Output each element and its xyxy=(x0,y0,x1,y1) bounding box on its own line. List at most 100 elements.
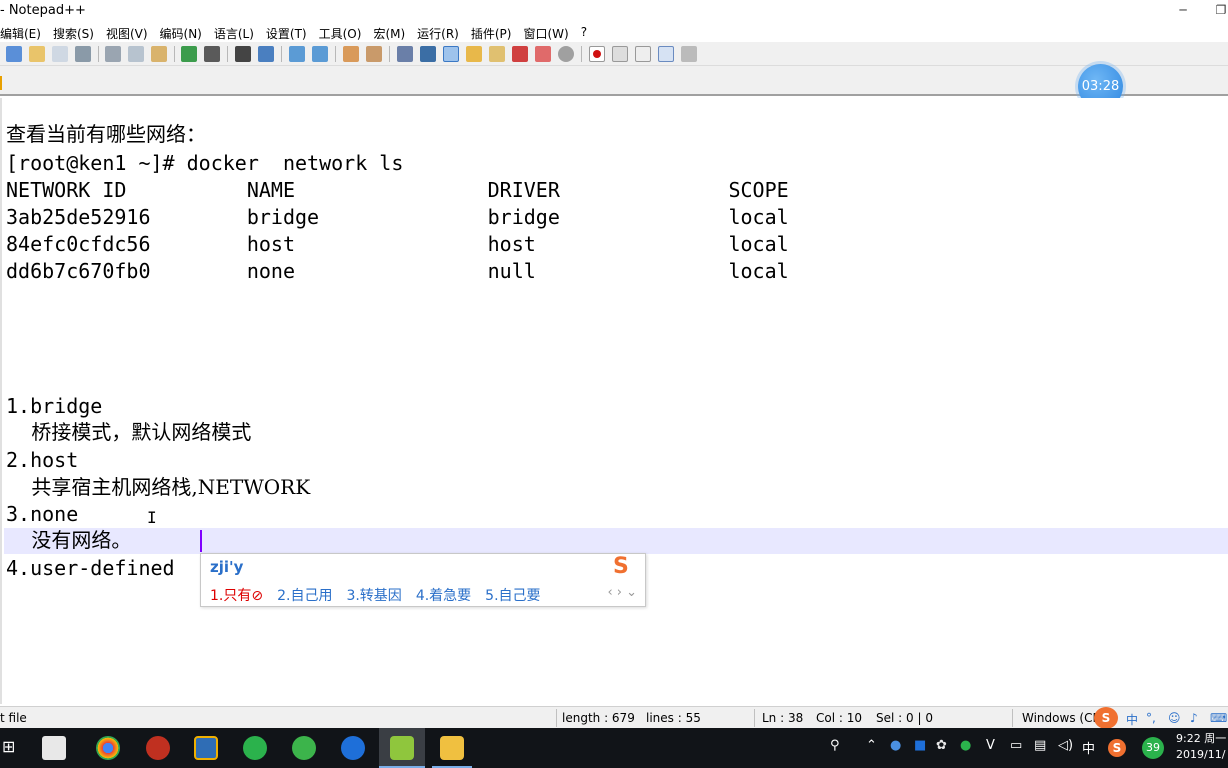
ime-keyboard-icon[interactable]: ⌨ xyxy=(1210,711,1227,725)
people-icon[interactable]: ⚲ xyxy=(830,738,840,753)
new-file-icon[interactable] xyxy=(6,46,22,62)
ime-emoji-icon[interactable]: ☺ xyxy=(1168,711,1181,725)
ime-candidate[interactable]: 5.自己要 xyxy=(485,585,540,605)
toolbar-separator xyxy=(174,46,175,62)
chrome-icon[interactable] xyxy=(96,736,120,760)
print-icon[interactable] xyxy=(75,46,91,62)
restore-button[interactable]: ❐ xyxy=(1206,0,1228,22)
tray-wechat-icon[interactable]: ● xyxy=(960,738,971,753)
app-red-icon[interactable] xyxy=(146,736,170,760)
tray-v-icon[interactable]: V xyxy=(986,738,995,753)
find-icon[interactable] xyxy=(235,46,251,62)
function-list-icon[interactable] xyxy=(512,46,528,62)
ime-candidate[interactable]: 1.只有⊘ xyxy=(210,585,263,605)
menu-encoding[interactable]: 编码(N) xyxy=(154,22,208,42)
notepadpp-icon[interactable] xyxy=(390,736,414,760)
paste-icon[interactable] xyxy=(151,46,167,62)
start-button-icon[interactable]: ⊞ xyxy=(2,737,15,756)
ime-candidate[interactable]: 4.着急要 xyxy=(416,585,471,605)
tray-expand-icon[interactable]: ⌃ xyxy=(866,738,877,753)
window-title: - Notepad++ xyxy=(0,3,86,18)
folder-workspace-icon[interactable] xyxy=(535,46,551,62)
user-lang-icon[interactable] xyxy=(466,46,482,62)
tray-flower-icon[interactable]: ✿ xyxy=(936,738,947,753)
ime-candidate[interactable]: 3.转基因 xyxy=(346,585,401,605)
copy-icon[interactable] xyxy=(128,46,144,62)
show-all-chars-icon[interactable] xyxy=(420,46,436,62)
network-icon[interactable]: ▤ xyxy=(1034,738,1046,753)
menu-window[interactable]: 窗口(W) xyxy=(517,22,574,42)
indent-guide-icon[interactable] xyxy=(443,46,459,62)
status-lines: lines : 55 xyxy=(646,711,701,725)
menu-language[interactable]: 语言(L) xyxy=(208,22,260,42)
editor-area[interactable]: 查看当前有哪些网络： [root@ken1 ~]# docker network… xyxy=(0,98,1228,704)
tray-device-icon[interactable]: ▭ xyxy=(1010,738,1022,753)
menu-search[interactable]: 搜索(S) xyxy=(47,22,100,42)
clock-time: 9:22 周一 xyxy=(1176,732,1227,745)
menu-view[interactable]: 视图(V) xyxy=(100,22,154,42)
ime-punctuation-icon[interactable]: °, xyxy=(1146,711,1156,725)
ime-voice-icon[interactable]: ♪ xyxy=(1190,711,1198,725)
record-macro-icon[interactable] xyxy=(589,46,605,62)
open-file-icon[interactable] xyxy=(29,46,45,62)
status-length: length : 679 xyxy=(562,711,635,725)
ime-candidate[interactable]: 2.自己用 xyxy=(277,585,332,605)
undo-icon[interactable] xyxy=(181,46,197,62)
active-tab-marker[interactable] xyxy=(0,76,2,90)
app-k-icon[interactable] xyxy=(341,736,365,760)
taskbar: ⊞ ⚲ ⌃ ● ■ ✿ ● V ▭ ▤ ◁) 中 S 39 9:22 周一 20… xyxy=(0,728,1228,768)
redo-icon[interactable] xyxy=(204,46,220,62)
tray-app-icon[interactable]: ● xyxy=(890,738,901,753)
cut-icon[interactable] xyxy=(105,46,121,62)
save-icon[interactable] xyxy=(52,46,68,62)
sync-scroll-icon[interactable] xyxy=(343,46,359,62)
virtual-machine-icon[interactable] xyxy=(194,736,218,760)
volume-icon[interactable]: ◁) xyxy=(1058,738,1073,753)
tray-sogou-icon[interactable]: S xyxy=(1108,739,1126,757)
zoom-in-icon[interactable] xyxy=(289,46,305,62)
doc-map-icon[interactable] xyxy=(489,46,505,62)
ibeam-cursor-icon: I xyxy=(147,508,157,527)
status-column: Col : 10 xyxy=(816,711,862,725)
ime-page-nav[interactable]: ‹ › ⌄ xyxy=(607,585,637,600)
tray-language-indicator[interactable]: 中 xyxy=(1082,738,1095,757)
wechat-icon[interactable] xyxy=(243,736,267,760)
menu-tools[interactable]: 工具(O) xyxy=(313,22,368,42)
sync-horizontal-icon[interactable] xyxy=(366,46,382,62)
menu-settings[interactable]: 设置(T) xyxy=(260,22,313,42)
menu-help[interactable]: ? xyxy=(575,22,593,42)
file-explorer-icon[interactable] xyxy=(440,736,464,760)
menu-plugins[interactable]: 插件(P) xyxy=(465,22,518,42)
play-macro-icon[interactable] xyxy=(635,46,651,62)
editor-line: 3ab25de52916 bridge bridge local xyxy=(6,205,789,229)
word-wrap-icon[interactable] xyxy=(397,46,413,62)
status-filetype: t file xyxy=(0,711,27,725)
status-separator xyxy=(1012,709,1013,727)
ime-language-indicator[interactable]: 中 xyxy=(1126,711,1138,728)
menu-run[interactable]: 运行(R) xyxy=(411,22,465,42)
clock-date: 2019/11/ xyxy=(1176,748,1226,761)
minimize-button[interactable]: ─ xyxy=(1168,0,1198,22)
toolbar-separator xyxy=(227,46,228,62)
monitoring-icon[interactable] xyxy=(558,46,574,62)
zoom-out-icon[interactable] xyxy=(312,46,328,62)
tray-k-icon[interactable]: ■ xyxy=(914,738,926,753)
run-macro-multiple-icon[interactable] xyxy=(658,46,674,62)
text-caret xyxy=(200,530,202,552)
task-view-icon[interactable] xyxy=(42,736,66,760)
save-macro-icon[interactable] xyxy=(681,46,697,62)
replace-icon[interactable] xyxy=(258,46,274,62)
sogou-ime-icon[interactable]: S xyxy=(1094,707,1118,729)
sogou-logo-icon: S xyxy=(613,554,629,579)
toolbar-separator xyxy=(389,46,390,62)
menu-macro[interactable]: 宏(M) xyxy=(367,22,411,42)
editor-line: 3.none xyxy=(6,502,79,526)
clock[interactable]: 9:22 周一 2019/11/ xyxy=(1176,731,1226,763)
menu-edit[interactable]: 编辑(E) xyxy=(0,22,47,42)
ime-candidate-list: 1.只有⊘ 2.自己用 3.转基因 4.着急要 5.自己要 xyxy=(210,585,541,605)
title-bar: - Notepad++ ─ ❐ xyxy=(0,0,1228,22)
toolbar-separator xyxy=(98,46,99,62)
notification-badge[interactable]: 39 xyxy=(1142,737,1164,759)
app-green-icon[interactable] xyxy=(292,736,316,760)
stop-macro-icon[interactable] xyxy=(612,46,628,62)
